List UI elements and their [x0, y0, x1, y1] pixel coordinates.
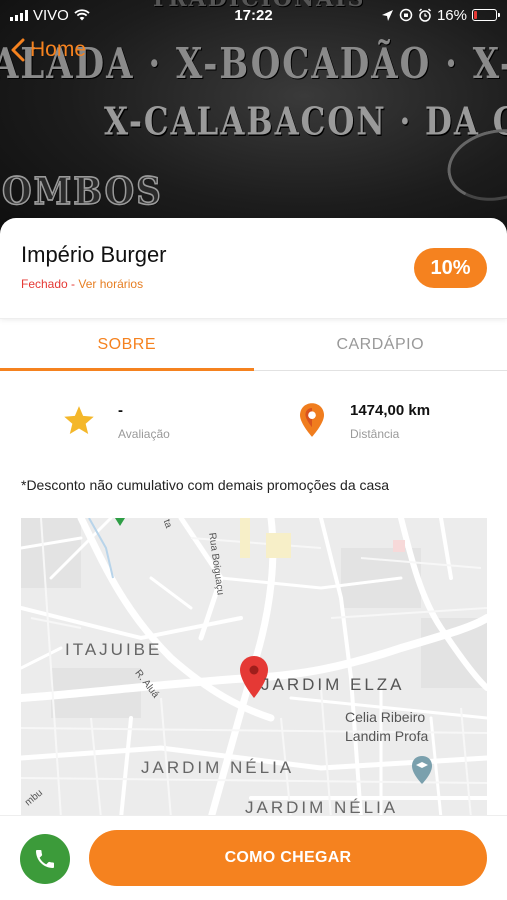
tab-bar: SOBRE CARDÁPIO [0, 318, 507, 371]
phone-icon [36, 850, 54, 868]
rating-label: Avaliação [118, 427, 170, 441]
location-map[interactable]: Rua Boiguaçu ta R. Aluá ITAJUIBE JARDIM … [21, 518, 487, 818]
closed-status: Fechado [21, 277, 68, 291]
store-name: Império Burger [21, 242, 167, 267]
tab-sobre[interactable]: SOBRE [0, 319, 254, 371]
map-label-itajuibe: ITAJUIBE [65, 640, 163, 659]
hero-text-line3: OMBOS [1, 169, 163, 215]
map-label-jardim-elza: JARDIM ELZA [261, 675, 405, 694]
bottom-action-bar: COMO CHEGAR [0, 815, 507, 900]
battery-charging-icon [472, 9, 500, 21]
distance-block: 1474,00 km Distância [350, 402, 430, 441]
directions-button[interactable]: COMO CHEGAR [89, 830, 487, 886]
view-hours-link[interactable]: Ver horários [78, 277, 143, 291]
screen-lock-icon [399, 8, 413, 22]
discount-disclaimer: *Desconto não cumulativo com demais prom… [21, 477, 390, 493]
back-button[interactable]: Home [10, 38, 86, 62]
chevron-left-icon [11, 38, 25, 62]
rating-block: - Avaliação [118, 402, 170, 441]
distance-value: 1474,00 km [350, 402, 431, 419]
battery-percent: 16% [436, 6, 467, 24]
map-poi-label-line1: Celia Ribeiro [345, 709, 426, 725]
location-pin-icon [300, 403, 324, 437]
status-bar: VIVO 17:22 16% [0, 0, 507, 30]
distance-label: Distância [350, 427, 400, 441]
map-poi-label-line2: Landim Profa [345, 728, 429, 744]
status-separator: - [67, 277, 79, 291]
star-icon [64, 406, 94, 435]
location-arrow-icon [381, 9, 393, 21]
hero-banner: TRADICIONAIS ALADA · X-BOCADÃO · X-BACON… [0, 0, 507, 240]
store-header-card: Império Burger Fechado - Ver horários 10… [0, 218, 507, 318]
signal-icon [10, 9, 28, 21]
call-button[interactable] [20, 834, 70, 884]
carrier-label: VIVO [33, 6, 69, 24]
tab-cardapio[interactable]: CARDÁPIO [254, 319, 507, 370]
discount-badge: 10% [414, 248, 487, 288]
hero-text-line2: X-CALABACON · DA CASA [104, 99, 507, 145]
map-label-jardim-nelia: JARDIM NÉLIA [141, 758, 295, 777]
alarm-icon [418, 8, 431, 22]
back-label: Home [30, 38, 87, 61]
store-status-line: Fechado - Ver horários [21, 277, 143, 291]
rating-value: - [118, 402, 123, 419]
wifi-icon [74, 9, 90, 21]
store-info: - Avaliação 1474,00 km Distância [0, 390, 507, 450]
